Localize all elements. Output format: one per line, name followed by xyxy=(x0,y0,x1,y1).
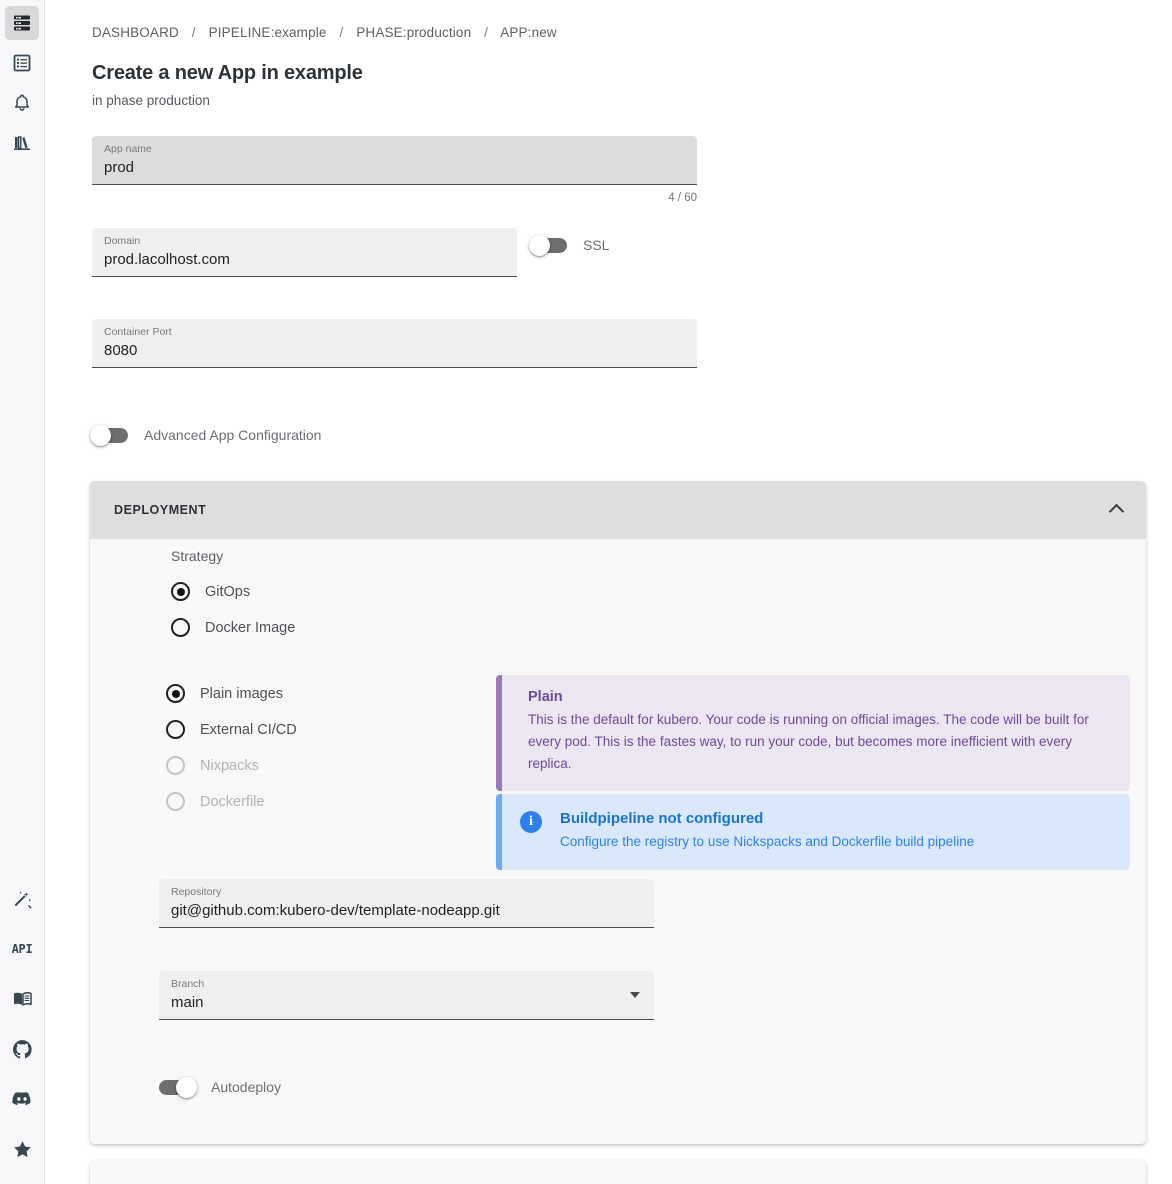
radio-label: GitOps xyxy=(205,583,251,600)
chevron-down-icon[interactable] xyxy=(630,992,640,998)
radio-indicator xyxy=(166,756,185,775)
radio-indicator xyxy=(171,618,190,637)
radio-label: Dockerfile xyxy=(200,793,265,810)
deployment-panel-title: DEPLOYMENT xyxy=(114,503,207,517)
discord-icon xyxy=(11,1088,33,1110)
deployment-panel-header[interactable]: DEPLOYMENT xyxy=(90,481,1146,539)
plain-strategy-alert: Plain This is the default for kubero. Yo… xyxy=(496,675,1130,791)
radio-buildpack-external-cicd[interactable]: External CI/CD xyxy=(166,720,297,739)
radio-label: Plain images xyxy=(200,685,284,702)
breadcrumb-separator: / xyxy=(339,25,344,40)
app-name-counter: 4 / 60 xyxy=(668,192,697,204)
sidebar-item-metrics[interactable] xyxy=(5,126,39,160)
list-icon xyxy=(12,53,32,73)
buildpipeline-alert: i Buildpipeline not configured Configure… xyxy=(496,794,1130,870)
radio-strategy-gitops[interactable]: GitOps xyxy=(171,582,250,601)
sidebar-item-templates[interactable] xyxy=(5,882,39,916)
github-icon xyxy=(12,1039,33,1060)
advanced-config-toggle[interactable] xyxy=(90,424,128,446)
deployment-panel: DEPLOYMENT Strategy GitOps Docker Image … xyxy=(90,481,1146,1144)
domain-label: Domain xyxy=(104,235,141,247)
autodeploy-group[interactable]: Autodeploy xyxy=(159,1076,282,1098)
sidebar-item-notifications[interactable] xyxy=(5,86,39,120)
sidebar-bottom-group: API xyxy=(5,882,39,1184)
ssl-toggle-label: SSL xyxy=(583,237,610,253)
radio-buildpack-plain-images[interactable]: Plain images xyxy=(166,684,283,703)
autodeploy-toggle-knob xyxy=(176,1076,197,1098)
ssl-toggle-knob xyxy=(529,234,550,256)
domain-field[interactable]: Domain prod.lacolhost.com xyxy=(92,228,517,277)
advanced-config-group[interactable]: Advanced App Configuration xyxy=(90,424,322,446)
repository-field[interactable]: Repository git@github.com:kubero-dev/tem… xyxy=(159,879,654,928)
sidebar-top-group xyxy=(5,0,39,160)
page-title: Create a new App in example xyxy=(92,62,363,84)
radio-label: External CI/CD xyxy=(200,721,297,738)
app-name-field[interactable]: App name prod xyxy=(92,136,697,185)
library-icon xyxy=(12,133,32,153)
radio-buildpack-nixpacks: Nixpacks xyxy=(166,756,259,775)
container-port-label: Container Port xyxy=(104,326,172,338)
advanced-config-label: Advanced App Configuration xyxy=(144,427,322,443)
branch-label: Branch xyxy=(171,978,205,990)
info-circle-icon: i xyxy=(520,811,542,833)
environment-variables-panel: ENVIRONMENT VARIABLES xyxy=(90,1160,1146,1184)
sidebar-item-api[interactable]: API xyxy=(5,932,39,966)
server-stack-icon xyxy=(12,13,32,33)
main-content: DASHBOARD / PIPELINE:example / PHASE:pro… xyxy=(45,0,1172,1184)
sidebar-item-docs[interactable] xyxy=(5,982,39,1016)
container-port-field[interactable]: Container Port 8080 xyxy=(92,319,697,368)
plain-alert-body: This is the default for kubero. Your cod… xyxy=(528,712,1089,771)
ssl-toggle-group[interactable]: SSL xyxy=(529,234,610,256)
buildpipeline-alert-body: Configure the registry to use Nickspacks… xyxy=(560,834,975,849)
api-text-icon: API xyxy=(11,942,33,956)
breadcrumb-separator: / xyxy=(484,25,489,40)
sidebar-item-discord[interactable] xyxy=(5,1082,39,1116)
book-icon xyxy=(12,989,33,1010)
repository-label: Repository xyxy=(171,886,222,898)
star-icon xyxy=(12,1139,33,1160)
radio-indicator xyxy=(166,684,185,703)
domain-value: prod.lacolhost.com xyxy=(104,251,230,268)
ssl-toggle[interactable] xyxy=(529,234,567,256)
app-name-label: App name xyxy=(104,143,152,155)
environment-variables-header[interactable]: ENVIRONMENT VARIABLES xyxy=(90,1160,1146,1184)
breadcrumb: DASHBOARD / PIPELINE:example / PHASE:pro… xyxy=(92,25,557,40)
sidebar-item-github[interactable] xyxy=(5,1032,39,1066)
buildpipeline-alert-title: Buildpipeline not configured xyxy=(560,810,764,827)
breadcrumb-item-phase[interactable]: PHASE:production xyxy=(356,25,471,40)
branch-value: main xyxy=(171,994,204,1011)
radio-indicator xyxy=(166,720,185,739)
radio-label: Nixpacks xyxy=(200,757,259,774)
radio-strategy-docker-image[interactable]: Docker Image xyxy=(171,618,295,637)
magic-wand-icon xyxy=(12,889,33,910)
strategy-label: Strategy xyxy=(171,548,224,564)
sidebar-item-star[interactable] xyxy=(5,1132,39,1166)
radio-buildpack-dockerfile: Dockerfile xyxy=(166,792,264,811)
sidebar-item-apps[interactable] xyxy=(5,6,39,40)
branch-select[interactable]: Branch main xyxy=(159,971,654,1020)
autodeploy-toggle[interactable] xyxy=(159,1076,197,1098)
chevron-up-icon[interactable] xyxy=(1110,503,1124,517)
repository-value: git@github.com:kubero-dev/template-nodea… xyxy=(171,902,500,919)
autodeploy-label: Autodeploy xyxy=(211,1079,282,1095)
breadcrumb-item-dashboard[interactable]: DASHBOARD xyxy=(92,25,179,40)
app-name-value: prod xyxy=(104,159,135,176)
radio-indicator xyxy=(171,582,190,601)
sidebar: API xyxy=(0,0,45,1184)
container-port-value: 8080 xyxy=(104,342,138,359)
page-subtitle: in phase production xyxy=(92,93,210,108)
breadcrumb-separator: / xyxy=(191,25,196,40)
app-root: API DASHBOARD / PIPELINE:example / PHASE… xyxy=(0,0,1172,1184)
breadcrumb-item-app[interactable]: APP:new xyxy=(500,25,557,40)
radio-label: Docker Image xyxy=(205,619,296,636)
sidebar-item-pipelines[interactable] xyxy=(5,46,39,80)
breadcrumb-item-pipeline[interactable]: PIPELINE:example xyxy=(209,25,327,40)
advanced-config-toggle-knob xyxy=(90,424,111,446)
bell-icon xyxy=(12,93,32,113)
radio-indicator xyxy=(166,792,185,811)
plain-alert-title: Plain xyxy=(528,689,563,705)
